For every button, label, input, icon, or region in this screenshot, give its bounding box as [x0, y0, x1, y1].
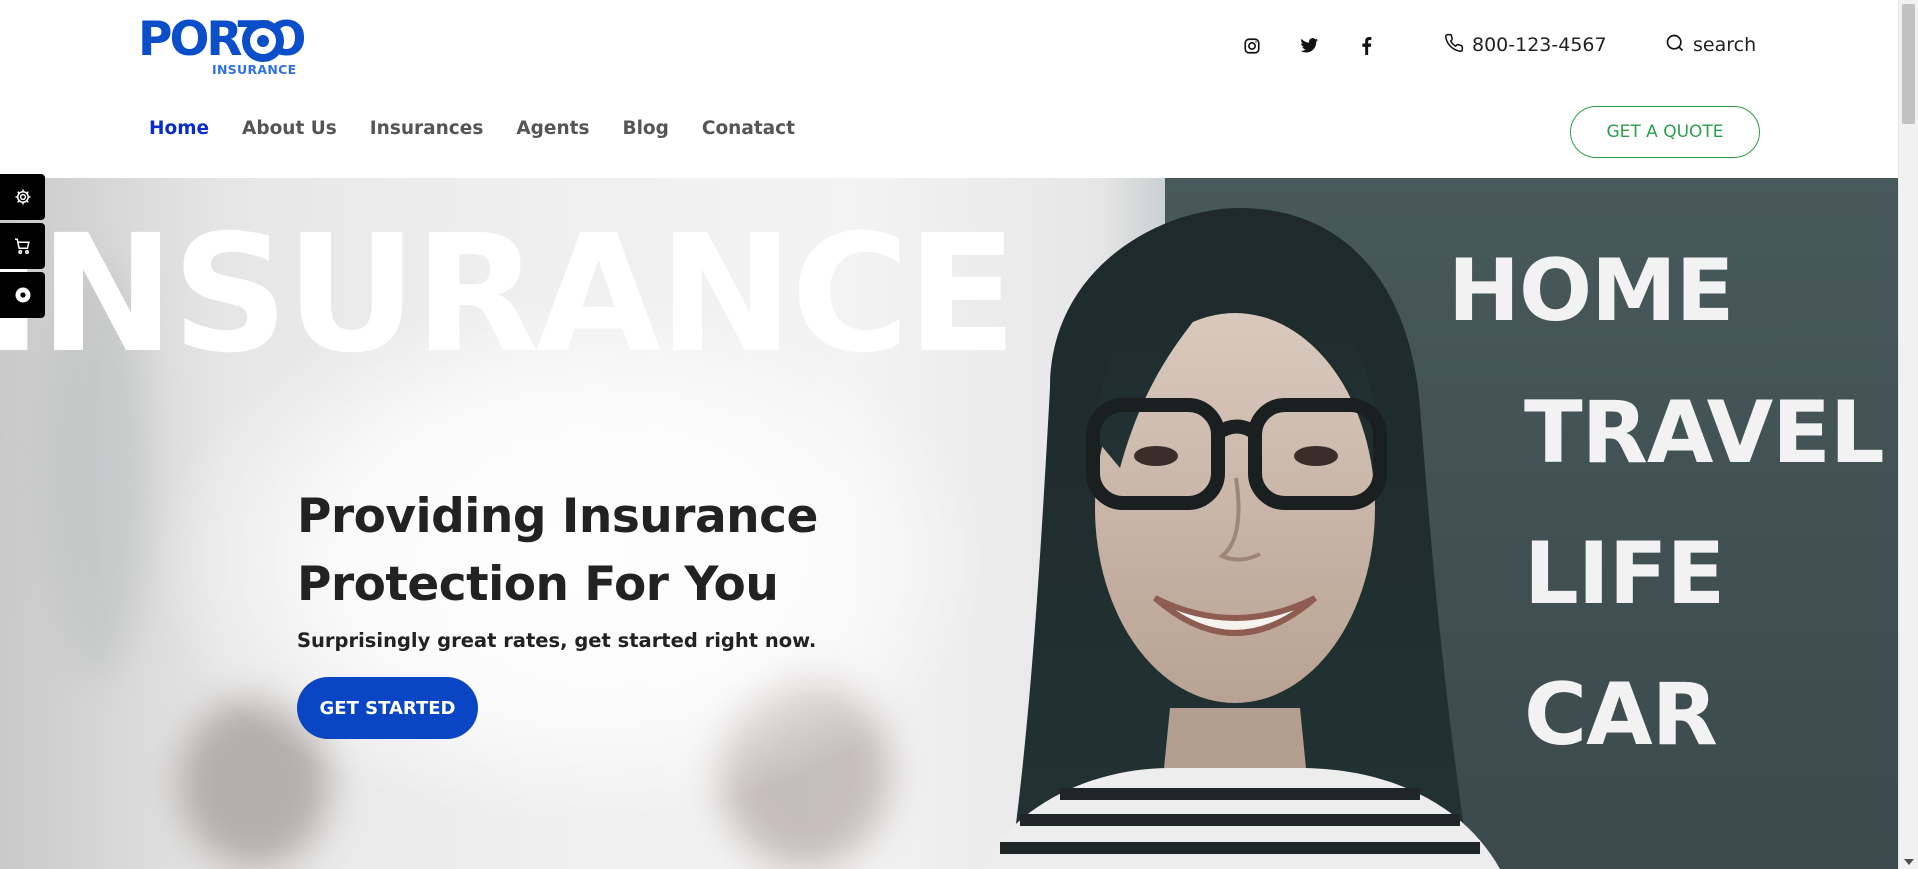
cart-button[interactable]: [0, 223, 45, 269]
gear-icon: [15, 189, 30, 205]
search-icon: [1665, 33, 1685, 57]
cart-icon: [15, 238, 30, 254]
hero-tag-car: CAR: [1524, 665, 1718, 765]
hero-title: Providing Insurance Protection For You: [297, 483, 917, 619]
record-button[interactable]: [0, 272, 45, 318]
phone-link[interactable]: 800-123-4567: [1444, 33, 1607, 57]
nav-item-agents[interactable]: Agents: [516, 118, 589, 139]
page-scrollbar[interactable]: [1898, 0, 1918, 869]
logo-ring-icon: [242, 20, 284, 62]
nav-item-blog[interactable]: Blog: [622, 118, 668, 139]
site-header: PORTO INSURANCE 800-123-4567 search Home…: [0, 0, 1898, 178]
hero-section: INSURANCE HOME TRAVEL LIFE CAR Providing…: [0, 178, 1898, 869]
hero-tag-home: HOME: [1448, 241, 1734, 341]
nav-item-contact[interactable]: Conatact: [702, 118, 795, 139]
hero-title-line-2: Protection For You: [297, 557, 779, 612]
record-icon: [15, 287, 30, 303]
instagram-icon[interactable]: [1240, 34, 1264, 58]
main-nav: Home About Us Insurances Agents Blog Con…: [149, 118, 828, 139]
logo-subtitle: INSURANCE: [212, 62, 297, 77]
get-started-button[interactable]: GET STARTED: [297, 677, 478, 739]
nav-item-about-us[interactable]: About Us: [242, 118, 337, 139]
nav-item-home[interactable]: Home: [149, 118, 209, 139]
side-toolbar: [0, 174, 45, 321]
settings-button[interactable]: [0, 174, 45, 220]
hero-subtitle: Surprisingly great rates, get started ri…: [297, 629, 817, 652]
search-label: search: [1693, 34, 1757, 56]
scrollbar-thumb[interactable]: [1902, 4, 1915, 124]
hero-title-line-1: Providing Insurance: [297, 489, 818, 544]
logo[interactable]: PORTO INSURANCE: [138, 14, 306, 80]
twitter-icon[interactable]: [1297, 34, 1321, 58]
phone-icon: [1444, 33, 1464, 57]
search-button[interactable]: search: [1665, 33, 1756, 57]
get-a-quote-button[interactable]: GET A QUOTE: [1570, 106, 1760, 158]
scroll-down-arrow-icon[interactable]: [1904, 859, 1914, 865]
nav-item-insurances[interactable]: Insurances: [370, 118, 484, 139]
facebook-icon[interactable]: [1354, 34, 1378, 58]
phone-number: 800-123-4567: [1472, 34, 1607, 56]
hero-tag-life: LIFE: [1524, 524, 1725, 624]
hero-tag-travel: TRAVEL: [1524, 383, 1885, 483]
hero-big-word: INSURANCE: [0, 201, 1017, 389]
